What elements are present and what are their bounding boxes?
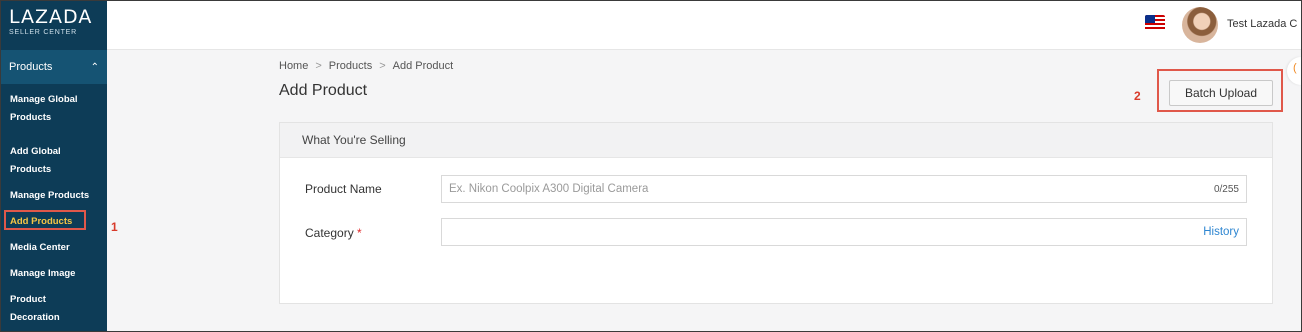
category-input[interactable]: History (441, 218, 1247, 246)
char-counter: 0/255 (1213, 183, 1239, 195)
sidebar-item-label: Product (10, 294, 46, 305)
sidebar: LAZADA SELLER CENTER Products ⌃ Manage G… (1, 1, 107, 331)
chevron-up-icon: ⌃ (90, 61, 99, 73)
sidebar-item-add-global-products[interactable]: Add Global Products (1, 143, 107, 179)
sidebar-item-manage-global-products[interactable]: Manage Global Products (1, 91, 107, 127)
sidebar-item-label: Products (10, 112, 52, 123)
sidebar-item-label: Media Center (10, 242, 70, 253)
logo-subtext: SELLER CENTER (9, 29, 77, 36)
breadcrumb-home[interactable]: Home (279, 60, 308, 72)
user-name[interactable]: Test Lazada C (1227, 18, 1297, 30)
breadcrumb-products[interactable]: Products (329, 60, 372, 72)
sidebar-section-products[interactable]: Products ⌃ (1, 50, 107, 84)
sidebar-item-label: Add Global (10, 146, 61, 157)
breadcrumb-current: Add Product (392, 60, 454, 72)
side-tab[interactable]: ( (1287, 57, 1301, 85)
top-bar (107, 1, 1301, 50)
page-title: Add Product (279, 82, 368, 99)
product-name-input[interactable]: Ex. Nikon Coolpix A300 Digital Camera 0/… (441, 175, 1247, 203)
avatar[interactable] (1182, 7, 1218, 43)
sidebar-item-label: Manage Global (10, 94, 78, 105)
required-asterisk: * (357, 226, 362, 240)
product-name-label: Product Name (305, 182, 382, 196)
chevron-right-icon: > (315, 60, 322, 72)
what-youre-selling-card: What You're Selling Product Name Ex. Nik… (279, 122, 1273, 304)
sidebar-item-label: Manage Products (10, 190, 90, 201)
logo-text: LAZADA (9, 6, 93, 28)
card-title: What You're Selling (280, 123, 1272, 158)
product-name-placeholder: Ex. Nikon Coolpix A300 Digital Camera (449, 183, 649, 195)
logo[interactable]: LAZADA SELLER CENTER (1, 1, 107, 50)
history-link[interactable]: History (1203, 226, 1239, 238)
highlight-box-add-products (4, 210, 86, 230)
chevron-right-icon: > (379, 60, 386, 72)
category-label: Category * (305, 226, 362, 240)
sidebar-item-label: Decoration (10, 312, 60, 323)
sidebar-item-label: Products (10, 164, 52, 175)
category-label-text: Category (305, 226, 354, 240)
side-tab-icon: ( (1293, 62, 1297, 74)
breadcrumb: Home > Products > Add Product (279, 60, 453, 72)
sidebar-item-label: Manage Image (10, 268, 76, 279)
sidebar-item-manage-image[interactable]: Manage Image (1, 265, 107, 283)
step-marker-2: 2 (1134, 89, 1141, 103)
malaysia-flag-icon[interactable] (1145, 15, 1165, 31)
app-window: LAZADA SELLER CENTER Products ⌃ Manage G… (0, 0, 1302, 332)
batch-upload-button[interactable]: Batch Upload (1169, 80, 1273, 106)
sidebar-item-product-decoration[interactable]: Product Decoration (1, 291, 107, 327)
sidebar-item-manage-products[interactable]: Manage Products (1, 187, 107, 205)
step-marker-1: 1 (111, 220, 118, 234)
sidebar-item-media-center[interactable]: Media Center (1, 239, 107, 257)
sidebar-section-label: Products (9, 61, 53, 73)
